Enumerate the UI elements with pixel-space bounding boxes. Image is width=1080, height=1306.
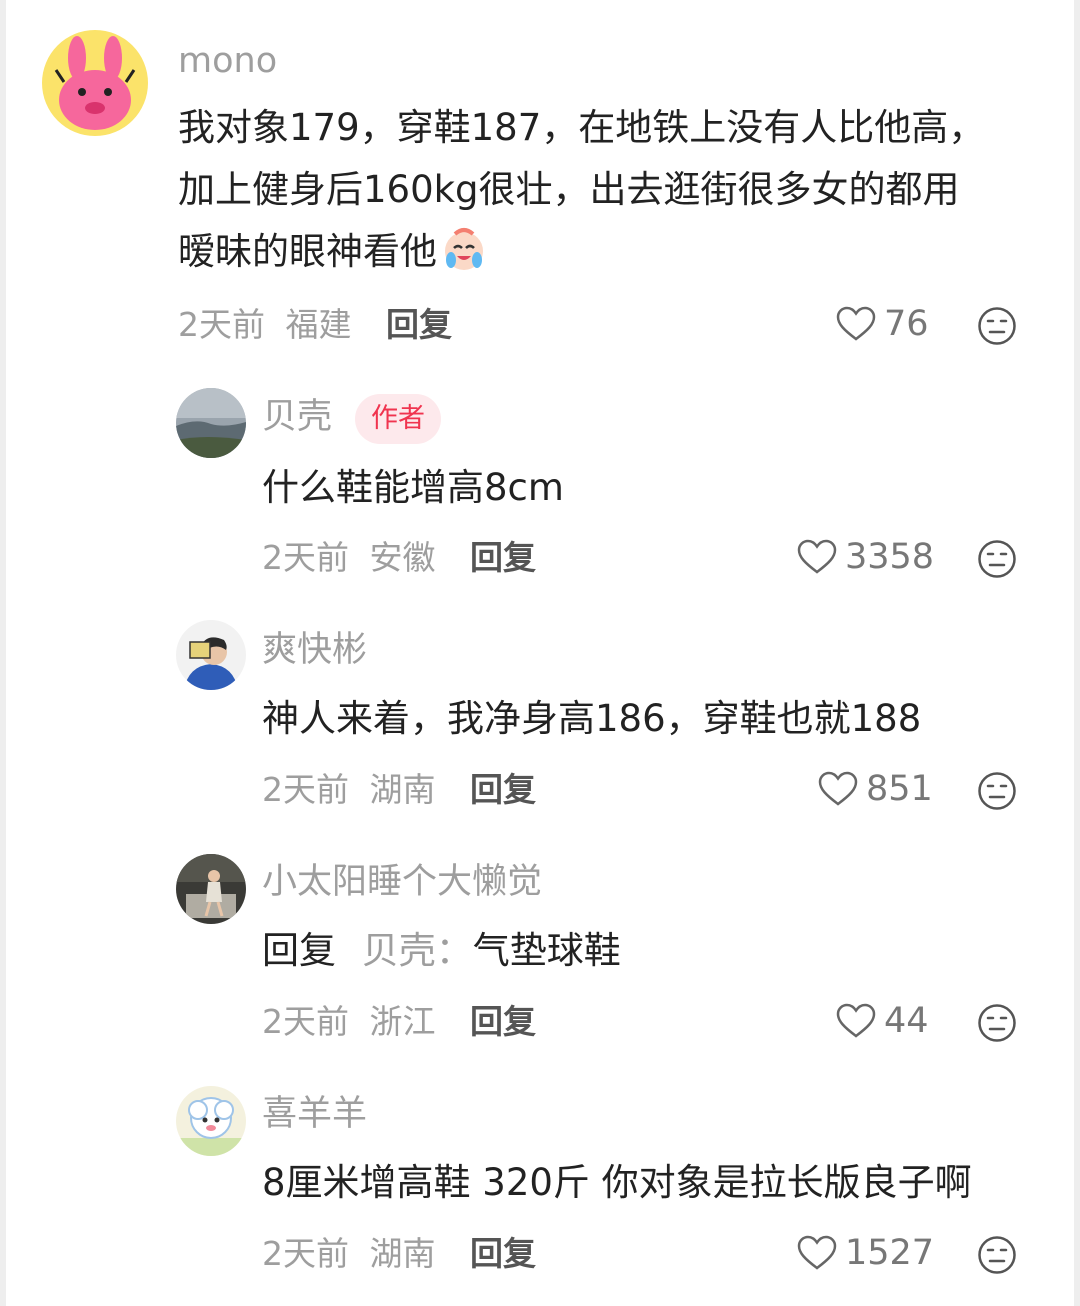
- like-button[interactable]: 3358: [797, 539, 934, 575]
- comment-meta: 2天前 湖南 回复: [262, 773, 536, 806]
- comment-text: 8厘米增高鞋 320斤 你对象是拉长版良子啊: [262, 1161, 972, 1204]
- meh-face-icon: [978, 1004, 1016, 1042]
- username[interactable]: mono: [178, 44, 277, 79]
- comment-time: 2天前: [262, 538, 349, 577]
- comment-location: 浙江: [369, 1002, 436, 1041]
- comment-time: 2天前: [262, 1002, 349, 1041]
- comment-meta: 2天前 福建 回复: [178, 308, 452, 341]
- reply-button[interactable]: 回复: [470, 1002, 536, 1041]
- like-button[interactable]: 44: [836, 1003, 929, 1039]
- comment-location: 湖南: [369, 770, 436, 809]
- comment-location: 福建: [285, 305, 352, 344]
- comment-time: 2天前: [178, 305, 265, 344]
- comment-time: 2天前: [262, 770, 349, 809]
- reply-prefix: 回复: [262, 929, 336, 972]
- comment-text-line: 暧昧的眼神看他: [178, 221, 1058, 291]
- reply-button[interactable]: 回复: [470, 538, 536, 577]
- comment-text: 什么鞋能增高8cm: [262, 466, 564, 509]
- like-count: 44: [884, 1000, 929, 1041]
- like-button[interactable]: 851: [818, 771, 933, 807]
- username[interactable]: 爽快彬: [262, 633, 367, 668]
- heart-outline-icon: [836, 1003, 876, 1038]
- reply-button[interactable]: 回复: [470, 1234, 536, 1273]
- heart-outline-icon: [797, 539, 837, 574]
- comment-time: 2天前: [262, 1234, 349, 1273]
- comment-location: 湖南: [369, 1234, 436, 1273]
- dislike-button[interactable]: [977, 771, 1017, 815]
- like-count: 851: [866, 768, 933, 809]
- reply-button[interactable]: 回复: [470, 770, 536, 809]
- avatar[interactable]: [176, 620, 246, 690]
- comment-location: 安徽: [369, 538, 436, 577]
- avatar[interactable]: [176, 854, 246, 924]
- username[interactable]: 喜羊羊: [262, 1097, 367, 1132]
- like-button[interactable]: 76: [836, 306, 929, 342]
- meh-face-icon: [978, 540, 1016, 578]
- comment-text: 我对象179，穿鞋187，在地铁上没有人比他高， 加上健身后160kg很壮，出去…: [178, 97, 1058, 291]
- comment-text-line: 加上健身后160kg很壮，出去逛街很多女的都用: [178, 168, 960, 211]
- meh-face-icon: [978, 772, 1016, 810]
- like-count: 76: [884, 303, 929, 344]
- heart-outline-icon: [836, 306, 876, 341]
- like-count: 3358: [845, 536, 935, 577]
- heart-outline-icon: [818, 771, 858, 806]
- meh-face-icon: [978, 1236, 1016, 1274]
- reply-button[interactable]: 回复: [386, 305, 452, 344]
- comment-text: 回复 贝壳：气垫球鞋: [262, 920, 1042, 982]
- comment-text-line: 我对象179，穿鞋187，在地铁上没有人比他高，: [178, 106, 986, 149]
- comment-meta: 2天前 湖南 回复: [262, 1237, 536, 1270]
- username[interactable]: 小太阳睡个大懒觉: [262, 865, 542, 900]
- comment-meta: 2天前 浙江 回复: [262, 1005, 536, 1038]
- like-count: 1527: [845, 1232, 935, 1273]
- meh-face-icon: [978, 307, 1016, 345]
- reply-text: 气垫球鞋: [472, 929, 621, 972]
- heart-outline-icon: [797, 1235, 837, 1270]
- like-button[interactable]: 1527: [797, 1235, 934, 1271]
- dislike-button[interactable]: [977, 539, 1017, 583]
- dislike-button[interactable]: [977, 306, 1017, 350]
- reply-target[interactable]: 贝壳：: [362, 929, 473, 972]
- username[interactable]: 贝壳: [262, 400, 332, 435]
- avatar[interactable]: [176, 388, 246, 458]
- dislike-button[interactable]: [977, 1235, 1017, 1279]
- comment-text: 神人来着，我净身高186，穿鞋也就188: [262, 697, 922, 740]
- author-badge: 作者: [355, 394, 441, 444]
- laugh-cry-sticker-icon: [441, 226, 487, 291]
- avatar[interactable]: [176, 1086, 246, 1156]
- avatar[interactable]: [42, 30, 148, 136]
- dislike-button[interactable]: [977, 1003, 1017, 1047]
- comment-meta: 2天前 安徽 回复: [262, 541, 536, 574]
